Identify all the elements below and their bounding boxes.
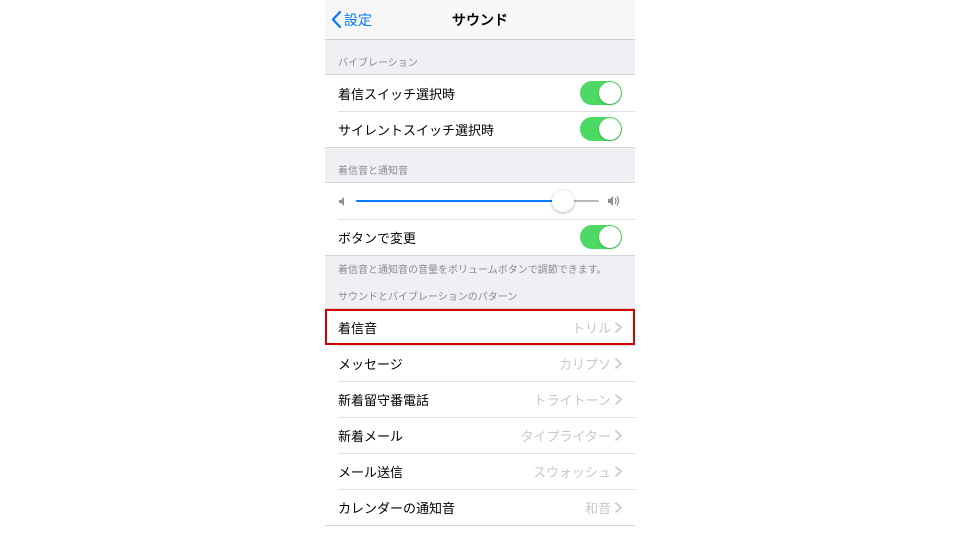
navbar: 設定 サウンド xyxy=(325,0,635,40)
chevron-right-icon xyxy=(615,502,622,513)
row-label: メッセージ xyxy=(338,354,403,373)
chevron-right-icon xyxy=(615,358,622,369)
section-header-ringer: 着信音と通知音 xyxy=(325,148,635,182)
row-value: スウォッシュ xyxy=(533,462,611,481)
row-pattern-item[interactable]: 新着留守番電話 トライトーン xyxy=(325,381,635,417)
row-label: 着信音 xyxy=(338,318,377,337)
slider-thumb[interactable] xyxy=(552,190,574,212)
section-header-vibration: バイブレーション xyxy=(325,40,635,74)
row-value: トリル xyxy=(572,318,611,337)
row-label: メール送信 xyxy=(338,462,403,481)
row-value: トライトーン xyxy=(534,390,611,409)
group-patterns: 着信音 トリルメッセージ カリプソ新着留守番電話 トライトーン新着メール タイプライター… xyxy=(325,308,635,526)
row-label: 新着留守番電話 xyxy=(338,390,429,409)
toggle-silent-switch[interactable] xyxy=(580,117,622,141)
row-value: カリプソ xyxy=(559,354,611,373)
chevron-right-icon xyxy=(615,466,622,477)
row-label: ボタンで変更 xyxy=(338,228,416,247)
speaker-low-icon xyxy=(338,196,348,207)
chevron-right-icon xyxy=(615,322,622,333)
speaker-high-icon xyxy=(607,195,622,207)
row-right: トライトーン xyxy=(534,390,622,409)
section-header-patterns: サウンドとバイブレーションのパターン xyxy=(325,278,635,308)
row-label: カレンダーの通知音 xyxy=(338,498,455,517)
chevron-right-icon xyxy=(615,430,622,441)
group-vibration: 着信スイッチ選択時 サイレントスイッチ選択時 xyxy=(325,74,635,148)
row-value: タイプライター xyxy=(521,426,611,445)
row-pattern-item[interactable]: メール送信 スウォッシュ xyxy=(325,453,635,489)
row-pattern-item[interactable]: 着信音 トリル xyxy=(325,309,635,345)
row-label: 新着メール xyxy=(338,426,403,445)
row-label: サイレントスイッチ選択時 xyxy=(338,120,494,139)
row-right: トリル xyxy=(572,318,622,337)
row-button-change[interactable]: ボタンで変更 xyxy=(325,219,635,255)
row-right: 和音 xyxy=(585,498,622,517)
row-right: タイプライター xyxy=(521,426,622,445)
row-silent-switch[interactable]: サイレントスイッチ選択時 xyxy=(325,111,635,147)
row-value: 和音 xyxy=(585,498,611,517)
toggle-ring-switch[interactable] xyxy=(580,81,622,105)
row-volume-slider[interactable] xyxy=(325,183,635,219)
volume-slider[interactable] xyxy=(356,200,599,202)
row-label: 着信スイッチ選択時 xyxy=(338,84,455,103)
row-pattern-item[interactable]: カレンダーの通知音 和音 xyxy=(325,489,635,525)
sounds-settings-screen: 設定 サウンド バイブレーション 着信スイッチ選択時 サイレントスイッチ選択時 … xyxy=(325,0,635,526)
group-ringer: ボタンで変更 xyxy=(325,182,635,256)
page-title: サウンド xyxy=(325,10,635,30)
toggle-button-change[interactable] xyxy=(580,225,622,249)
row-pattern-item[interactable]: メッセージ カリプソ xyxy=(325,345,635,381)
chevron-right-icon xyxy=(615,394,622,405)
row-pattern-item[interactable]: 新着メール タイプライター xyxy=(325,417,635,453)
slider-fill xyxy=(356,200,563,202)
row-right: スウォッシュ xyxy=(533,462,622,481)
row-right: カリプソ xyxy=(559,354,622,373)
row-ring-switch[interactable]: 着信スイッチ選択時 xyxy=(325,75,635,111)
section-footer-ringer: 着信音と通知音の音量をボリュームボタンで調節できます。 xyxy=(325,256,635,278)
